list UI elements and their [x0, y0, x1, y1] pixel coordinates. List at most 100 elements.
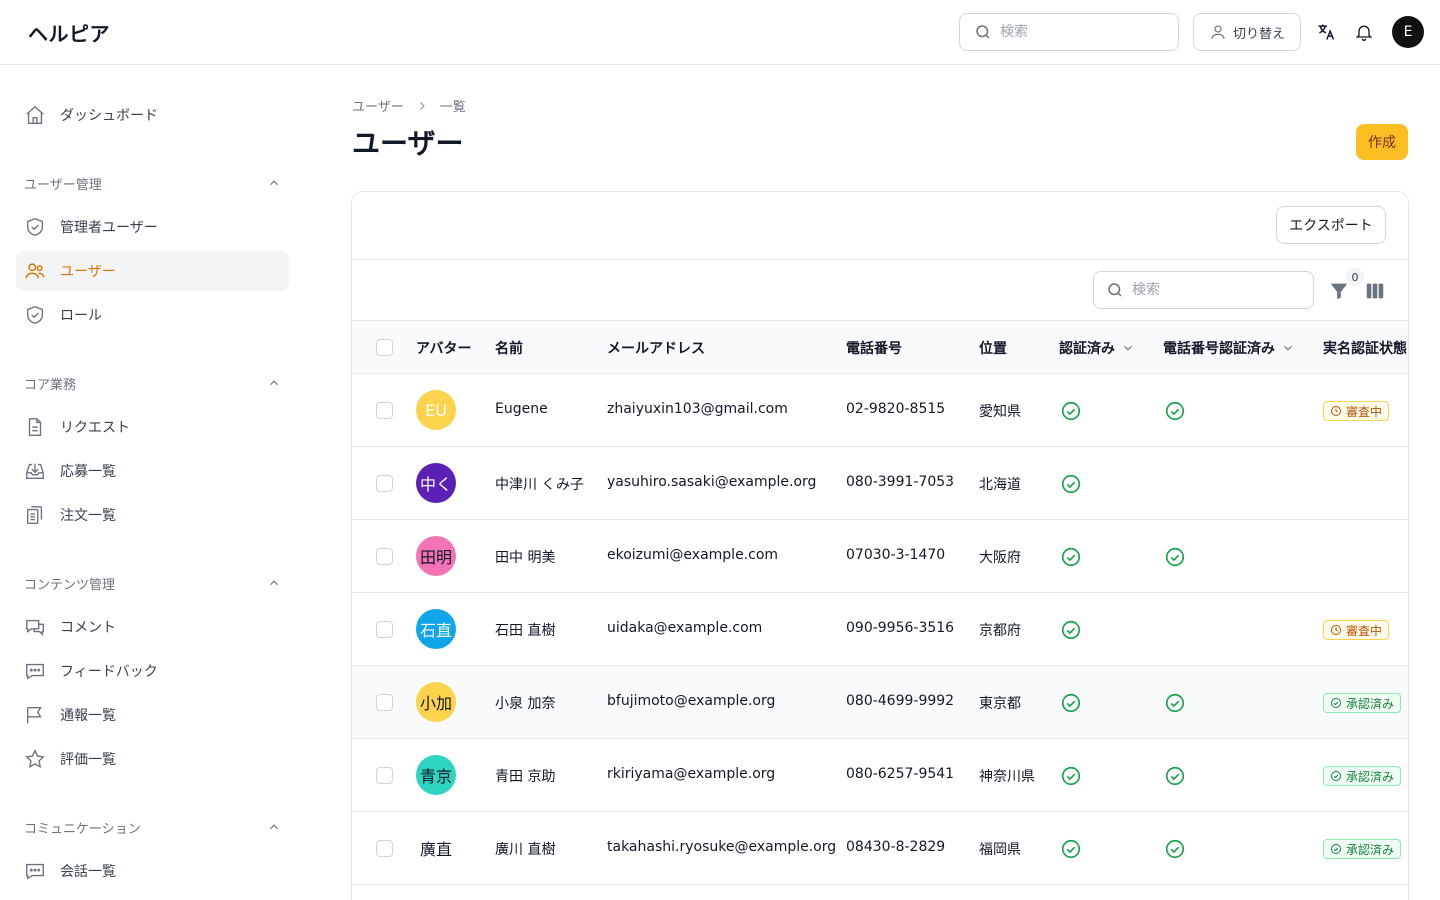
- cell-phone: 080-6257-9541: [846, 766, 955, 782]
- col-phone-verified[interactable]: 電話番号認証済み: [1163, 338, 1295, 358]
- columns-icon[interactable]: [1364, 280, 1386, 302]
- cell-email: zhaiyuxin103@gmail.com: [607, 401, 788, 417]
- check-circle-icon: [1330, 770, 1342, 782]
- sidebar-group-user-management[interactable]: ユーザー管理: [24, 173, 281, 193]
- sidebar-item-requests[interactable]: リクエスト: [16, 407, 289, 447]
- breadcrumb: ユーザー 一覧: [352, 96, 466, 115]
- sidebar-item-label: フィードバック: [60, 664, 158, 680]
- row-checkbox[interactable]: [376, 694, 393, 711]
- row-checkbox[interactable]: [376, 402, 393, 419]
- verified-check-icon: [1060, 765, 1082, 787]
- table-row[interactable]: 小加 小泉 加奈 bfujimoto@example.org 080-4699-999…: [352, 666, 1408, 739]
- create-button[interactable]: 作成: [1356, 124, 1408, 160]
- sidebar-group-title: ユーザー管理: [24, 177, 102, 193]
- cell-email: bfujimoto@example.org: [607, 693, 776, 709]
- table-toolbar: 0: [352, 260, 1408, 321]
- avatar: EU: [416, 390, 456, 430]
- sidebar-item-reports[interactable]: 通報一覧: [16, 695, 289, 735]
- cell-location: 東京都: [979, 696, 1021, 712]
- sidebar-group-core[interactable]: コア業務: [24, 373, 281, 393]
- row-checkbox[interactable]: [376, 767, 393, 784]
- sidebar-item-applications[interactable]: 応募一覧: [16, 451, 289, 491]
- phone-verified-check-icon: [1164, 838, 1186, 860]
- breadcrumb-link-users[interactable]: ユーザー: [352, 96, 404, 115]
- avatar: 青京: [416, 755, 456, 795]
- cell-name: 小泉 加奈: [495, 696, 556, 712]
- kyc-status-label: 承認済み: [1346, 696, 1395, 711]
- star-icon: [24, 748, 46, 770]
- cell-location: 神奈川県: [979, 769, 1035, 785]
- avatar: 小加: [416, 682, 456, 722]
- cell-name: 廣川 直樹: [495, 842, 556, 858]
- sidebar-item-comments[interactable]: コメント: [16, 607, 289, 647]
- global-search[interactable]: [959, 13, 1179, 51]
- cell-location: 京都府: [979, 623, 1021, 639]
- table-row[interactable]: EU Eugene zhaiyuxin103@gmail.com 02-9820-85…: [352, 374, 1408, 447]
- table-row[interactable]: 石直 石田 直樹 uidaka@example.com 090-9956-3516 京都…: [352, 593, 1408, 666]
- col-verified[interactable]: 認証済み: [1059, 338, 1135, 358]
- page-title: ユーザー: [352, 127, 464, 160]
- kyc-status-badge: 承認済み: [1323, 766, 1402, 786]
- switch-button[interactable]: 切り替え: [1193, 13, 1301, 51]
- table-row[interactable]: 田明 田中 明美 ekoizumi@example.com 07030-3-1470 大…: [352, 520, 1408, 593]
- sidebar-item-roles[interactable]: ロール: [16, 295, 289, 335]
- sidebar-group-content[interactable]: コンテンツ管理: [24, 573, 281, 593]
- avatar: 中く: [416, 463, 456, 503]
- phone-verified-check-icon: [1164, 765, 1186, 787]
- cell-email: rkiriyama@example.org: [607, 766, 776, 782]
- user-avatar[interactable]: E: [1392, 16, 1424, 48]
- app-logo[interactable]: ヘルピア: [28, 18, 110, 47]
- flag-icon: [24, 704, 46, 726]
- kyc-status-badge: 承認済み: [1323, 693, 1402, 713]
- sidebar-item-label: 管理者ユーザー: [60, 220, 158, 236]
- cell-location: 福岡県: [979, 842, 1021, 858]
- global-search-input[interactable]: [1000, 24, 1160, 40]
- sidebar-item-feedback[interactable]: フィードバック: [16, 651, 289, 691]
- cell-phone: 090-9956-3516: [846, 620, 955, 636]
- verified-check-icon: [1060, 400, 1082, 422]
- kyc-status-label: 承認済み: [1346, 769, 1395, 784]
- sidebar-item-label: ロール: [60, 308, 102, 324]
- row-checkbox[interactable]: [376, 840, 393, 857]
- cell-email: ekoizumi@example.com: [607, 547, 779, 563]
- cell-phone: 08430-8-2829: [846, 839, 946, 855]
- chat-dots-icon: [24, 660, 46, 682]
- cell-location: 愛知県: [979, 404, 1021, 420]
- bell-icon[interactable]: [1352, 20, 1376, 44]
- row-checkbox[interactable]: [376, 475, 393, 492]
- export-button[interactable]: エクスポート: [1276, 206, 1386, 244]
- cell-name: 田中 明美: [495, 550, 556, 566]
- table-row[interactable]: 青京 青田 京助 rkiriyama@example.org 080-6257-954…: [352, 739, 1408, 812]
- filter-icon[interactable]: [1328, 280, 1350, 302]
- col-kyc: 実名認証状態: [1323, 341, 1407, 357]
- translate-icon[interactable]: [1314, 20, 1338, 44]
- sidebar-item-users[interactable]: ユーザー: [16, 251, 289, 291]
- cell-email: uidaka@example.com: [607, 620, 763, 636]
- cell-name: 青田 京助: [495, 769, 556, 785]
- sidebar-item-conversations[interactable]: 会話一覧: [16, 851, 289, 891]
- phone-verified-check-icon: [1164, 400, 1186, 422]
- table-row[interactable]: 廣直 廣川 直樹 takahashi.ryosuke@example.org 0843…: [352, 812, 1408, 885]
- chevron-up-icon: [270, 380, 278, 386]
- sidebar-item-dashboard[interactable]: ダッシュボード: [16, 95, 289, 135]
- sidebar-item-ratings[interactable]: 評価一覧: [16, 739, 289, 779]
- user-icon: [1211, 25, 1225, 39]
- table-search[interactable]: [1093, 271, 1314, 309]
- sidebar-group-communication[interactable]: コミュニケーション: [24, 817, 281, 837]
- cell-location: 大阪府: [979, 550, 1021, 566]
- sidebar-item-orders[interactable]: 注文一覧: [16, 495, 289, 535]
- document-icon: [24, 416, 46, 438]
- sidebar-item-admin-users[interactable]: 管理者ユーザー: [16, 207, 289, 247]
- avatar: 石直: [416, 609, 456, 649]
- table-row[interactable]: 中く 中津川 くみ子 yasuhiro.sasaki@example.org 080-…: [352, 447, 1408, 520]
- cell-email: takahashi.ryosuke@example.org: [607, 839, 837, 855]
- select-all-checkbox[interactable]: [376, 339, 393, 356]
- row-checkbox[interactable]: [376, 548, 393, 565]
- shield-check-icon: [24, 304, 46, 326]
- col-avatar: アバター: [416, 341, 472, 357]
- row-checkbox[interactable]: [376, 621, 393, 638]
- verified-check-icon: [1060, 473, 1082, 495]
- table-search-input[interactable]: [1132, 282, 1302, 298]
- avatar: 田明: [416, 536, 456, 576]
- table-header: アバター 名前 メールアドレス 電話番号 位置 認証済み 電話番号認証済み 実名…: [352, 321, 1408, 374]
